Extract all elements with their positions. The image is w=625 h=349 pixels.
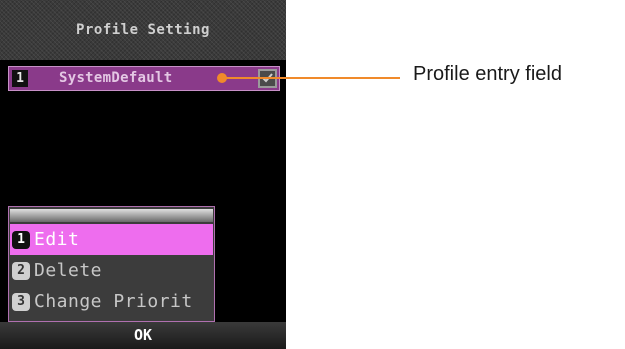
page-title: Profile Setting — [76, 22, 210, 38]
callout-label: Profile entry field — [413, 63, 562, 85]
phone-screen: Profile Setting 1 SystemDefault 1 Edit 2… — [0, 0, 286, 349]
menu-item-number: 3 — [12, 293, 30, 311]
menu-item-delete[interactable]: 2 Delete — [10, 255, 213, 286]
menu-item-change-priority[interactable]: 3 Change Priorit — [10, 286, 213, 317]
softkey-bar: OK — [0, 322, 286, 349]
menu-item-number: 1 — [12, 231, 30, 249]
title-bar: Profile Setting — [0, 0, 286, 60]
menu-item-label: Change Priorit — [34, 291, 193, 312]
profile-entry-number: 1 — [12, 70, 28, 87]
menu-item-label: Delete — [34, 260, 103, 281]
menu-header-bar — [10, 209, 213, 222]
callout-line — [222, 77, 400, 79]
menu-item-edit[interactable]: 1 Edit — [10, 224, 213, 255]
context-menu: 1 Edit 2 Delete 3 Change Priorit — [8, 206, 215, 322]
menu-item-label: Edit — [34, 229, 80, 250]
ok-softkey[interactable]: OK — [0, 326, 286, 344]
profile-entry-name: SystemDefault — [59, 70, 173, 86]
menu-item-number: 2 — [12, 262, 30, 280]
